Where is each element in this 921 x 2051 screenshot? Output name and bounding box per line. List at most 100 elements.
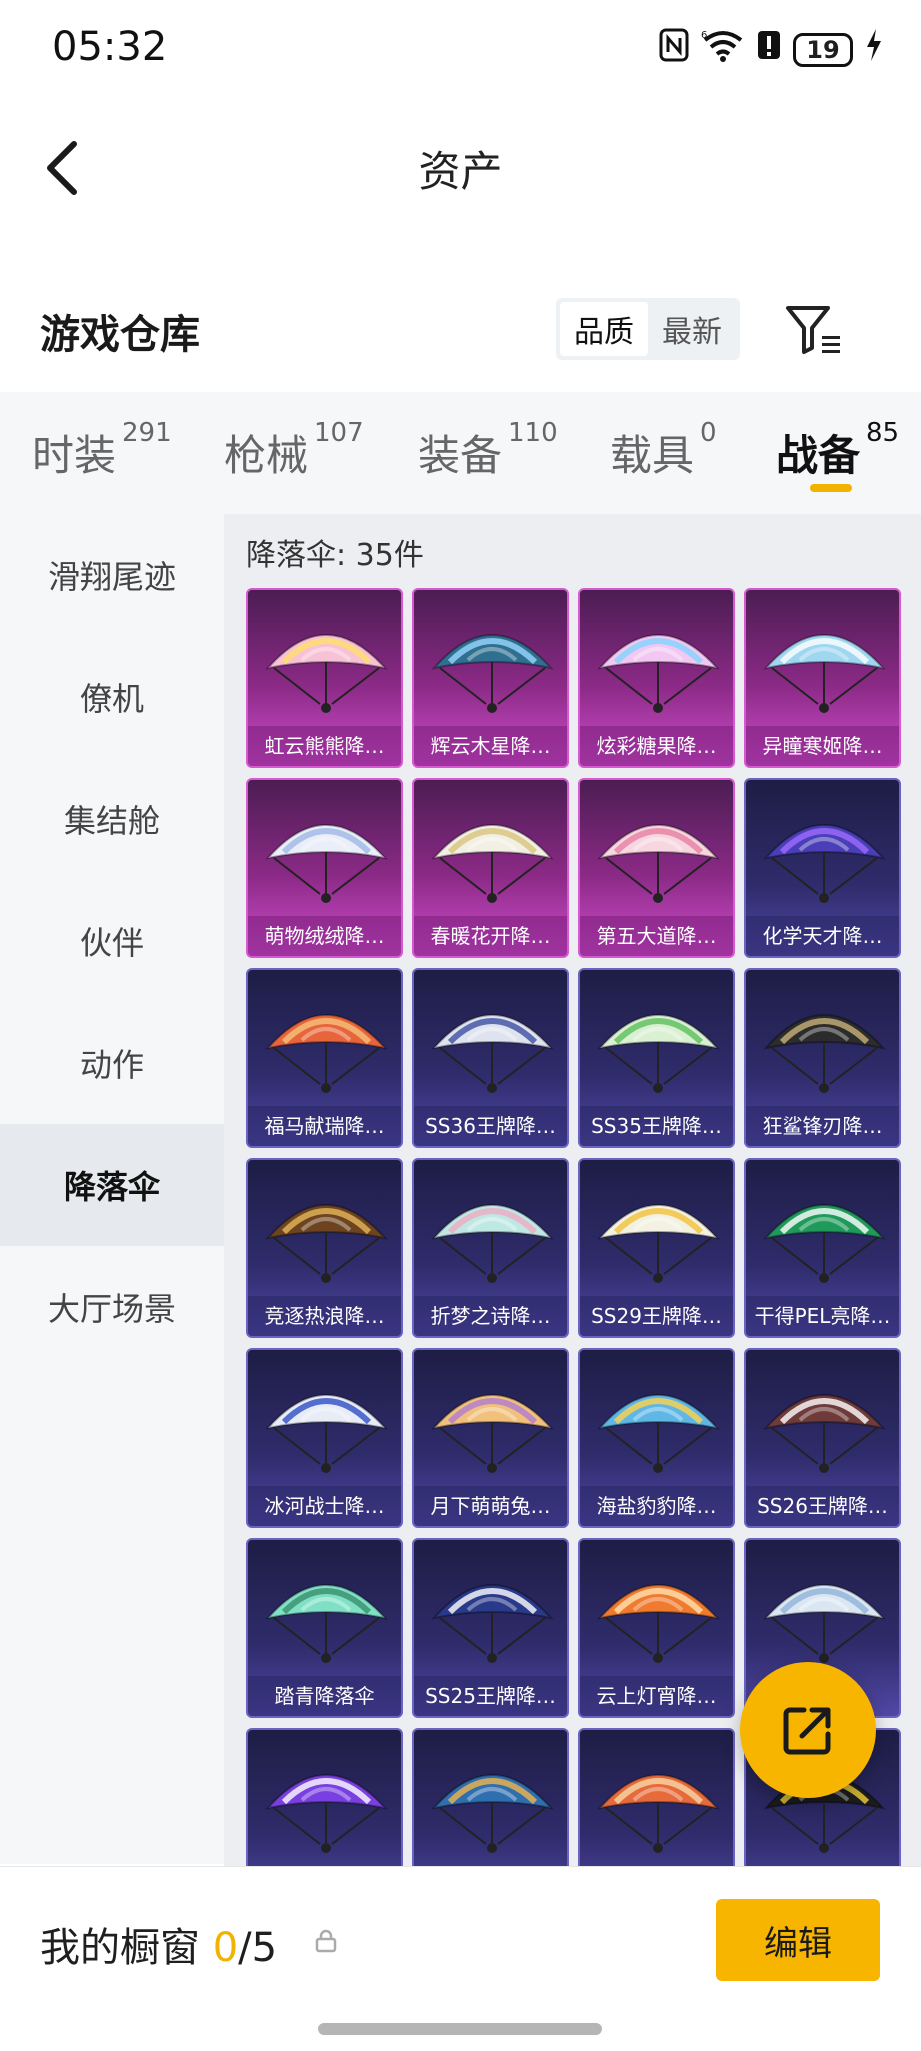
parachute-card[interactable]: 辉云木星降… — [412, 588, 569, 768]
nfc-icon — [659, 28, 689, 71]
parachute-icon — [597, 1774, 720, 1853]
parachute-name: SS26王牌降… — [746, 1486, 899, 1526]
parachute-card[interactable]: 炫彩糖果降… — [578, 588, 735, 768]
parachute-name: 第五大道降… — [580, 916, 733, 956]
parachute-name: 萌物绒绒降… — [248, 916, 401, 956]
sidebar-item-wingman[interactable]: 僚机 — [0, 636, 224, 758]
page-title: 资产 — [418, 147, 503, 196]
parachute-icon — [763, 1204, 886, 1283]
parachute-name: SS29王牌降… — [580, 1296, 733, 1336]
tab-fashion[interactable]: 时装 291 — [32, 418, 172, 483]
parachute-card[interactable]: 化学天才降… — [744, 778, 901, 958]
edit-button[interactable]: 编辑 — [716, 1899, 880, 1981]
parachute-icon — [431, 634, 554, 713]
parachute-name: 狂鲨锋刃降… — [746, 1106, 899, 1146]
parachute-card[interactable]: 竞逐热浪降… — [246, 1158, 403, 1338]
sort-latest-button[interactable]: 最新 — [648, 302, 736, 356]
warehouse-title: 游戏仓库 — [40, 312, 200, 358]
parachute-card[interactable] — [578, 1728, 735, 1870]
parachute-name: 折梦之诗降… — [414, 1296, 567, 1336]
share-button[interactable] — [740, 1662, 876, 1798]
active-tab-indicator — [810, 484, 852, 492]
parachute-name: 化学天才降… — [746, 916, 899, 956]
parachute-name: 踏青降落伞 — [248, 1676, 401, 1716]
parachute-card[interactable] — [246, 1728, 403, 1870]
parachute-icon — [597, 1204, 720, 1283]
parachute-icon — [265, 1394, 388, 1473]
parachute-icon — [597, 1584, 720, 1663]
sidebar-item-parachute[interactable]: 降落伞 — [0, 1124, 224, 1246]
parachute-icon — [431, 1584, 554, 1663]
parachute-card[interactable]: 海盐豹豹降… — [578, 1348, 735, 1528]
parachute-card[interactable]: SS29王牌降… — [578, 1158, 735, 1338]
filter-button[interactable] — [782, 300, 846, 360]
parachute-icon — [763, 1394, 886, 1473]
parachute-card[interactable]: 踏青降落伞 — [246, 1538, 403, 1718]
parachute-name: 月下萌萌兔… — [414, 1486, 567, 1526]
home-indicator — [318, 2023, 602, 2035]
parachute-icon — [431, 1014, 554, 1093]
parachute-card[interactable]: 虹云熊熊降… — [246, 588, 403, 768]
parachute-icon — [431, 1204, 554, 1283]
parachute-card[interactable]: 月下萌萌兔… — [412, 1348, 569, 1528]
parachute-card[interactable]: 异瞳寒姬降… — [744, 588, 901, 768]
parachute-card[interactable] — [412, 1728, 569, 1870]
parachute-card[interactable]: 折梦之诗降… — [412, 1158, 569, 1338]
parachute-card[interactable]: 萌物绒绒降… — [246, 778, 403, 958]
parachute-name: 竞逐热浪降… — [248, 1296, 401, 1336]
sidebar-item-assembly-pod[interactable]: 集结舱 — [0, 758, 224, 880]
parachute-card[interactable]: 干得PEL亮降… — [744, 1158, 901, 1338]
showcase-current: 0 — [212, 1925, 239, 1971]
parachute-name: SS25王牌降… — [414, 1676, 567, 1716]
parachute-card[interactable]: SS36王牌降… — [412, 968, 569, 1148]
parachute-icon — [265, 1774, 388, 1853]
showcase-bar: 我的橱窗 0/5 编辑 — [0, 1866, 921, 2051]
external-link-icon — [783, 1707, 831, 1755]
svg-text:6: 6 — [701, 30, 707, 41]
showcase-total: /5 — [238, 1925, 278, 1971]
parachute-name: 辉云木星降… — [414, 726, 567, 766]
tab-gear[interactable]: 战备 85 — [776, 418, 899, 483]
parachute-card[interactable]: 冰河战士降… — [246, 1348, 403, 1528]
status-icons: 6 19 — [659, 28, 883, 71]
item-count-label: 降落伞: 35件 — [246, 538, 424, 573]
parachute-card[interactable]: 福马献瑞降… — [246, 968, 403, 1148]
tab-equipment[interactable]: 装备 110 — [418, 418, 558, 483]
parachute-icon — [265, 1014, 388, 1093]
showcase-label: 我的橱窗 0/5 — [40, 1925, 278, 1971]
sidebar-item-glide-trail[interactable]: 滑翔尾迹 — [0, 514, 224, 636]
parachute-name: 福马献瑞降… — [248, 1106, 401, 1146]
parachute-card[interactable]: SS26王牌降… — [744, 1348, 901, 1528]
tab-weapons[interactable]: 枪械 107 — [224, 418, 364, 483]
parachute-icon — [763, 1584, 886, 1663]
parachute-name: 干得PEL亮降… — [746, 1296, 899, 1336]
sidebar-item-emote[interactable]: 动作 — [0, 1002, 224, 1124]
tab-vehicles[interactable]: 载具 0 — [610, 418, 717, 483]
parachute-icon — [763, 634, 886, 713]
sort-toggle: 品质 最新 — [556, 298, 740, 360]
parachute-name: SS36王牌降… — [414, 1106, 567, 1146]
parachute-name: 冰河战士降… — [248, 1486, 401, 1526]
sidebar-item-lobby-scene[interactable]: 大厅场景 — [0, 1246, 224, 1368]
sort-quality-button[interactable]: 品质 — [560, 302, 648, 356]
alert-icon — [757, 28, 781, 71]
parachute-icon — [265, 1204, 388, 1283]
subcategory-sidebar: 滑翔尾迹 僚机 集结舱 伙伴 动作 降落伞 大厅场景 — [0, 514, 224, 1864]
parachute-name: 春暖花开降… — [414, 916, 567, 956]
parachute-card[interactable]: 春暖花开降… — [412, 778, 569, 958]
parachute-name: 虹云熊熊降… — [248, 726, 401, 766]
charging-icon — [865, 28, 883, 71]
parachute-card[interactable]: 狂鲨锋刃降… — [744, 968, 901, 1148]
parachute-icon — [431, 824, 554, 903]
tab-count: 110 — [508, 418, 558, 448]
parachute-card[interactable]: SS25王牌降… — [412, 1538, 569, 1718]
parachute-card[interactable]: 云上灯宵降… — [578, 1538, 735, 1718]
parachute-card[interactable]: SS35王牌降… — [578, 968, 735, 1148]
parachute-name: 炫彩糖果降… — [580, 726, 733, 766]
parachute-icon — [597, 634, 720, 713]
status-time: 05:32 — [52, 24, 168, 70]
parachute-icon — [265, 634, 388, 713]
parachute-card[interactable]: 第五大道降… — [578, 778, 735, 958]
category-tabs: 时装 291 枪械 107 装备 110 载具 0 战备 85 — [0, 392, 921, 514]
sidebar-item-companion[interactable]: 伙伴 — [0, 880, 224, 1002]
